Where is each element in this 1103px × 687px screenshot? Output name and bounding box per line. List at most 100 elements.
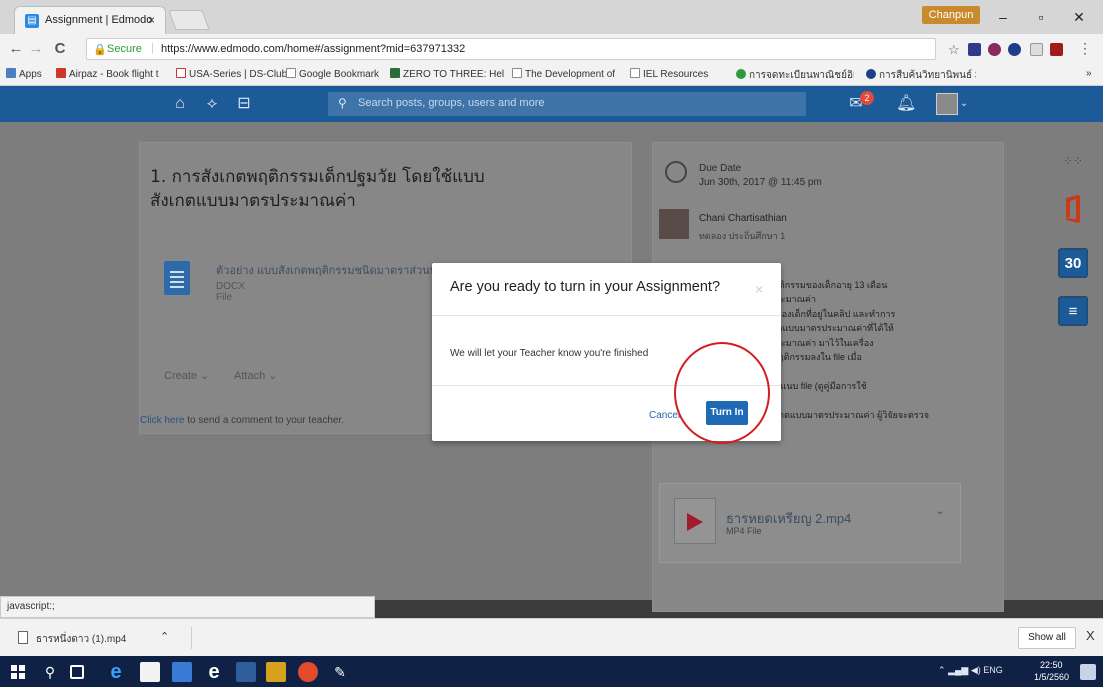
video-thumbnail xyxy=(674,498,716,544)
close-window-icon[interactable]: ✕ xyxy=(1064,6,1094,28)
play-icon xyxy=(687,513,703,531)
address-separator: | xyxy=(151,42,154,54)
chrome-icon[interactable] xyxy=(298,662,318,682)
search-icon[interactable]: ⚲ xyxy=(40,662,60,682)
address-bar[interactable]: 🔒 Secure | https://www.edmodo.com/home#/… xyxy=(86,38,936,60)
bookmarks-bar: Apps Airpaz - Book flight t USA-Series |… xyxy=(0,64,1103,86)
tab-close-icon[interactable]: × xyxy=(148,13,155,27)
apps-grid-icon[interactable]: ⁘⁘ xyxy=(1056,142,1090,180)
notifications-bell-icon[interactable]: 🔔︎ xyxy=(896,94,916,114)
bookmark-development[interactable]: The Development of xyxy=(512,68,615,80)
create-dropdown[interactable]: Create ⌄ xyxy=(164,369,209,382)
bookmark-thesis-search[interactable]: การสืบค้นวิทยานิพนธ์ 3 xyxy=(866,68,976,83)
bookmark-star-icon[interactable]: ☆ xyxy=(948,42,960,58)
teacher-avatar[interactable] xyxy=(659,209,689,239)
task-view-icon[interactable] xyxy=(70,665,84,679)
attach-dropdown[interactable]: Attach ⌄ xyxy=(234,369,277,382)
usa-series-icon xyxy=(176,68,186,78)
extension-icon-5[interactable] xyxy=(1050,43,1063,56)
chevron-up-icon[interactable]: ⌃ xyxy=(160,630,169,643)
chevron-down-icon: ⌄ xyxy=(200,370,210,382)
comment-link[interactable]: Click here xyxy=(140,415,184,426)
bookmark-iel-resources[interactable]: IEL Resources xyxy=(630,68,708,80)
teacher-group: ทดลอง ประถิ่นศึกษา 1 xyxy=(699,231,786,241)
extension-icon-4[interactable] xyxy=(1030,43,1043,56)
search-icon: ⚲ xyxy=(338,96,347,110)
file-type: DOCX File xyxy=(216,281,245,303)
download-file-name: ธารหนึ่งดาว (1).mp4 xyxy=(36,634,127,645)
system-tray[interactable]: ⌃ ▂▄▆ ◀) ENG xyxy=(938,665,1003,676)
search-placeholder: Search posts, groups, users and more xyxy=(358,97,545,109)
document-icon xyxy=(164,261,190,295)
extension-icon-3[interactable] xyxy=(1008,43,1021,56)
bookmarks-overflow[interactable]: » xyxy=(1086,68,1092,79)
teacher-name[interactable]: Chani Chartisathian xyxy=(699,213,787,224)
windows-start-icon[interactable] xyxy=(8,662,28,682)
network-icon[interactable]: ▂▄▆ xyxy=(948,665,968,675)
minimize-window-icon[interactable]: – xyxy=(988,6,1018,28)
backpack-icon[interactable]: ⊟ xyxy=(234,94,254,114)
attached-video[interactable]: ธารหยดเหรียญ 2.mp4 MP4 File ⌄ xyxy=(659,483,961,563)
reload-icon[interactable]: C xyxy=(50,39,70,59)
browser-menu-icon[interactable]: ⋮ xyxy=(1078,40,1092,57)
chevron-up-icon[interactable]: ⌃ xyxy=(938,665,946,675)
close-icon[interactable]: × xyxy=(755,281,763,297)
site-icon xyxy=(866,69,876,79)
app-rail: ⁘⁘ 30 ≡ xyxy=(1053,142,1093,372)
show-all-downloads-button[interactable]: Show all xyxy=(1018,627,1076,649)
language-indicator[interactable]: ENG xyxy=(983,665,1003,675)
user-avatar[interactable] xyxy=(936,93,958,115)
app-icon[interactable]: ✎ xyxy=(330,662,350,682)
activity-icon[interactable]: ⟡ xyxy=(202,94,222,114)
zero-to-three-icon xyxy=(390,68,400,78)
bookmark-usa-series[interactable]: USA-Series | DS-Club xyxy=(176,68,287,80)
bookmark-zero-to-three[interactable]: ZERO TO THREE: Hel xyxy=(390,68,504,80)
app-icon[interactable] xyxy=(172,662,192,682)
bookmark-airpaz[interactable]: Airpaz - Book flight t xyxy=(56,68,158,80)
browser-tab-assignment[interactable]: ▤ Assignment | Edmodo × xyxy=(14,6,166,34)
url-text: https://www.edmodo.com/home#/assignment?… xyxy=(161,43,466,55)
search-box[interactable]: ⚲ Search posts, groups, users and more xyxy=(328,92,806,116)
bookmark-thai-registration[interactable]: การจดทะเบียนพาณิชย์อิเล็กฯ xyxy=(736,68,854,83)
clock-date[interactable]: 1/5/2560 xyxy=(1034,672,1069,682)
dialog-title: Are you ready to turn in your Assignment… xyxy=(450,279,721,295)
chevron-down-icon[interactable]: ⌄ xyxy=(936,506,944,517)
restore-window-icon[interactable]: ▫ xyxy=(1026,6,1056,28)
office-icon[interactable] xyxy=(1056,190,1090,228)
download-shelf: ธารหนึ่งดาว (1).mp4 ⌃ Show all X xyxy=(0,618,1103,656)
dialog-message: We will let your Teacher know you're fin… xyxy=(450,348,649,359)
planner-calendar-icon[interactable]: 30 xyxy=(1056,244,1090,282)
app-icon[interactable] xyxy=(236,662,256,682)
dialog-divider xyxy=(432,315,781,316)
assignment-title: 1. การสังเกตพฤติกรรมเด็กปฐมวัย โดยใช้แบบ… xyxy=(150,167,485,211)
volume-icon[interactable]: ◀) xyxy=(971,665,981,675)
bookmark-google[interactable]: Google Bookmark xyxy=(286,68,379,80)
new-tab-button[interactable] xyxy=(168,10,210,30)
bookmark-apps[interactable]: Apps xyxy=(6,68,42,80)
edge-icon[interactable]: e xyxy=(204,662,224,682)
chevron-down-icon[interactable]: ⌄ xyxy=(958,94,970,114)
browser-tab-strip: ▤ Assignment | Edmodo × Chanpun – ▫ ✕ xyxy=(0,0,1103,34)
cancel-button[interactable]: Cancel xyxy=(649,410,680,421)
file-explorer-icon[interactable] xyxy=(266,662,286,682)
due-date-value: Jun 30th, 2017 @ 11:45 pm xyxy=(699,177,822,188)
status-bar-url: javascript:; xyxy=(0,596,375,618)
quiz-review-icon[interactable]: ≡ xyxy=(1056,292,1090,330)
forward-arrow-icon[interactable]: → xyxy=(26,39,46,59)
browser-profile-badge[interactable]: Chanpun xyxy=(922,6,980,24)
video-file-type: MP4 File xyxy=(726,526,762,536)
back-arrow-icon[interactable]: ← xyxy=(6,39,26,59)
notification-center-icon[interactable] xyxy=(1080,664,1096,680)
file-icon xyxy=(18,631,28,644)
internet-explorer-icon[interactable]: e xyxy=(106,662,126,682)
windows-taskbar: ⚲ e e ✎ ⌃ ▂▄▆ ◀) ENG 22:50 1/5/2560 xyxy=(0,656,1103,687)
pocket-extension-icon[interactable] xyxy=(968,43,981,56)
due-date-label: Due Date xyxy=(699,163,742,174)
clock-time[interactable]: 22:50 xyxy=(1040,660,1063,670)
close-downloads-icon[interactable]: X xyxy=(1086,628,1095,643)
extension-icon-2[interactable] xyxy=(988,43,1001,56)
download-item[interactable]: ธารหนึ่งดาว (1).mp4 ⌃ xyxy=(12,627,192,649)
home-icon[interactable]: ⌂ xyxy=(170,94,190,114)
page-icon xyxy=(630,68,640,78)
store-icon[interactable] xyxy=(140,662,160,682)
